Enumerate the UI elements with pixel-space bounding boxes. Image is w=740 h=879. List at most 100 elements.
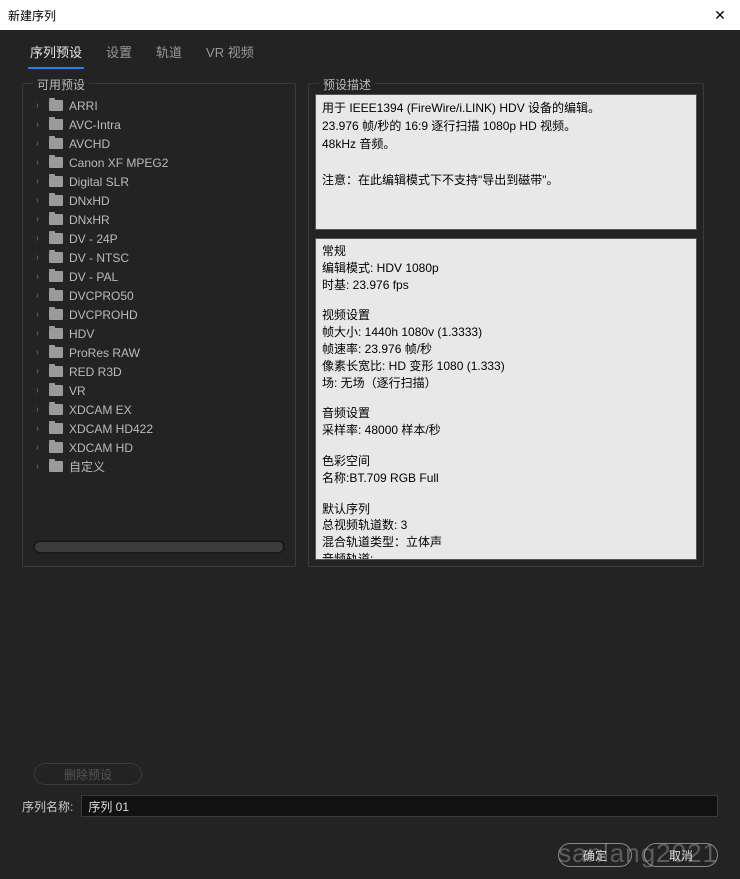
preset-folder-dvcpro50[interactable]: ›DVCPRO50	[27, 286, 291, 305]
preset-folder-xdcam-ex[interactable]: › XDCAM EX	[27, 400, 291, 419]
folder-icon	[49, 385, 63, 396]
folder-icon	[49, 195, 63, 206]
folder-icon	[49, 119, 63, 130]
tabs: 序列预设设置轨道 VR 视频	[0, 30, 740, 69]
preset-folder-avc-intra[interactable]: ›AVC-Intra	[27, 115, 291, 134]
preset-folder-label: Digital SLR	[69, 175, 129, 189]
sequence-name-label: 序列名称:	[22, 798, 73, 815]
chevron-right-icon: ›	[36, 442, 42, 453]
folder-icon	[49, 328, 63, 339]
preset-folder-label: ARRI	[69, 99, 98, 113]
detail-line: 总视频轨道数: 3	[322, 517, 690, 534]
chevron-right-icon: ›	[36, 252, 42, 263]
ok-label: 确定	[583, 847, 607, 864]
tab-2[interactable]: 轨道	[154, 38, 184, 69]
folder-icon	[49, 461, 63, 472]
chevron-right-icon: ›	[36, 119, 42, 130]
detail-line: 混合轨道类型：立体声	[322, 534, 690, 551]
detail-line: 时基: 23.976 fps	[322, 277, 690, 294]
close-icon: ✕	[714, 7, 726, 24]
detail-line: 帧速率: 23.976 帧/秒	[322, 341, 690, 358]
chevron-right-icon: ›	[36, 214, 42, 225]
delete-preset-label: 删除预设	[64, 766, 112, 783]
detail-line: 场: 无场（逐行扫描）	[322, 375, 690, 392]
preset-folder-red-r3d[interactable]: › RED R3D	[27, 362, 291, 381]
detail-line: 音频设置	[322, 405, 690, 422]
preset-folder-label: DV - PAL	[69, 270, 118, 284]
cancel-button[interactable]: 取消	[644, 843, 718, 867]
detail-line	[322, 391, 690, 405]
close-button[interactable]: ✕	[700, 0, 740, 30]
preset-folder-prores-raw[interactable]: ›ProRes RAW	[27, 343, 291, 362]
folder-icon	[49, 233, 63, 244]
detail-line: 常规	[322, 243, 690, 260]
ok-button[interactable]: 确定	[558, 843, 632, 867]
chevron-right-icon: ›	[36, 233, 42, 244]
preset-tree[interactable]: ›ARRI›AVC-Intra›AVCHD›Canon XF MPEG2›Dig…	[27, 96, 291, 536]
detail-line: 名称:BT.709 RGB Full	[322, 470, 690, 487]
chevron-right-icon: ›	[36, 195, 42, 206]
folder-icon	[49, 423, 63, 434]
sequence-name-row: 序列名称:	[0, 785, 740, 817]
scrollbar-thumb[interactable]	[35, 542, 283, 552]
folder-icon	[49, 442, 63, 453]
tab-0[interactable]: 序列预设	[28, 38, 84, 69]
folder-icon	[49, 157, 63, 168]
preset-folder-label: AVCHD	[69, 137, 110, 151]
detail-line: 色彩空间	[322, 453, 690, 470]
chevron-right-icon: ›	[36, 157, 42, 168]
folder-icon	[49, 100, 63, 111]
preset-folder-vr[interactable]: ›VR	[27, 381, 291, 400]
preset-folder-avchd[interactable]: ›AVCHD	[27, 134, 291, 153]
chevron-right-icon: ›	[36, 404, 42, 415]
preset-folder-dvcprohd[interactable]: ›DVCPROHD	[27, 305, 291, 324]
preset-folder-dv-ntsc[interactable]: › DV - NTSC	[27, 248, 291, 267]
detail-text[interactable]: 常规编辑模式: HDV 1080p时基: 23.976 fps 视频设置帧大小: …	[315, 238, 697, 560]
tab-1[interactable]: 设置	[104, 38, 134, 69]
preset-folder-arri[interactable]: › ARRI	[27, 96, 291, 115]
preset-folder-dv-pal[interactable]: ›DV - PAL	[27, 267, 291, 286]
detail-line: 视频设置	[322, 307, 690, 324]
chevron-right-icon: ›	[36, 328, 42, 339]
preset-folder-label: XDCAM EX	[69, 403, 132, 417]
detail-line	[322, 293, 690, 307]
preset-folder-label: DV - 24P	[69, 232, 118, 246]
preset-folder--[interactable]: ›自定义	[27, 457, 291, 476]
detail-line: 音频轨道:	[322, 551, 690, 560]
preset-folder-dv-24p[interactable]: › DV - 24P	[27, 229, 291, 248]
preset-folder-dnxhr[interactable]: ›DNxHR	[27, 210, 291, 229]
chevron-right-icon: ›	[36, 176, 42, 187]
footer-buttons: 确定 取消	[558, 843, 718, 867]
preset-folder-label: 自定义	[69, 458, 105, 475]
content-area: 可用预设 ›ARRI›AVC-Intra›AVCHD›Canon XF MPEG…	[0, 69, 740, 577]
panel-title-presets: 可用预设	[33, 76, 89, 93]
sequence-name-input[interactable]	[81, 795, 718, 817]
tab-3[interactable]: VR 视频	[204, 38, 256, 69]
preset-folder-dnxhd[interactable]: ›DNxHD	[27, 191, 291, 210]
preset-folder-label: RED R3D	[69, 365, 122, 379]
folder-icon	[49, 309, 63, 320]
chevron-right-icon: ›	[36, 423, 42, 434]
preset-folder-label: DV - NTSC	[69, 251, 129, 265]
detail-line: 编辑模式: HDV 1080p	[322, 260, 690, 277]
preset-folder-label: DVCPRO50	[69, 289, 134, 303]
preset-folder-digital-slr[interactable]: › Digital SLR	[27, 172, 291, 191]
description-line: 48kHz 音频。	[322, 135, 690, 153]
description-line: 用于 IEEE1394 (FireWire/i.LINK) HDV 设备的编辑。	[322, 99, 690, 117]
cancel-label: 取消	[669, 847, 693, 864]
window-title: 新建序列	[8, 7, 56, 24]
preset-folder-label: ProRes RAW	[69, 346, 140, 360]
preset-folder-label: VR	[69, 384, 86, 398]
description-text[interactable]: 用于 IEEE1394 (FireWire/i.LINK) HDV 设备的编辑。…	[315, 94, 697, 230]
folder-icon	[49, 176, 63, 187]
detail-line: 帧大小: 1440h 1080v (1.3333)	[322, 324, 690, 341]
preset-folder-xdcam-hd[interactable]: ›XDCAM HD	[27, 438, 291, 457]
chevron-right-icon: ›	[36, 366, 42, 377]
chevron-right-icon: ›	[36, 100, 42, 111]
preset-folder-hdv[interactable]: › HDV	[27, 324, 291, 343]
description-line	[322, 153, 690, 171]
preset-folder-canon-xf-mpeg2[interactable]: ›Canon XF MPEG2	[27, 153, 291, 172]
preset-folder-xdcam-hd422[interactable]: ›XDCAM HD422	[27, 419, 291, 438]
preset-folder-label: HDV	[69, 327, 94, 341]
horizontal-scrollbar[interactable]	[33, 540, 285, 554]
